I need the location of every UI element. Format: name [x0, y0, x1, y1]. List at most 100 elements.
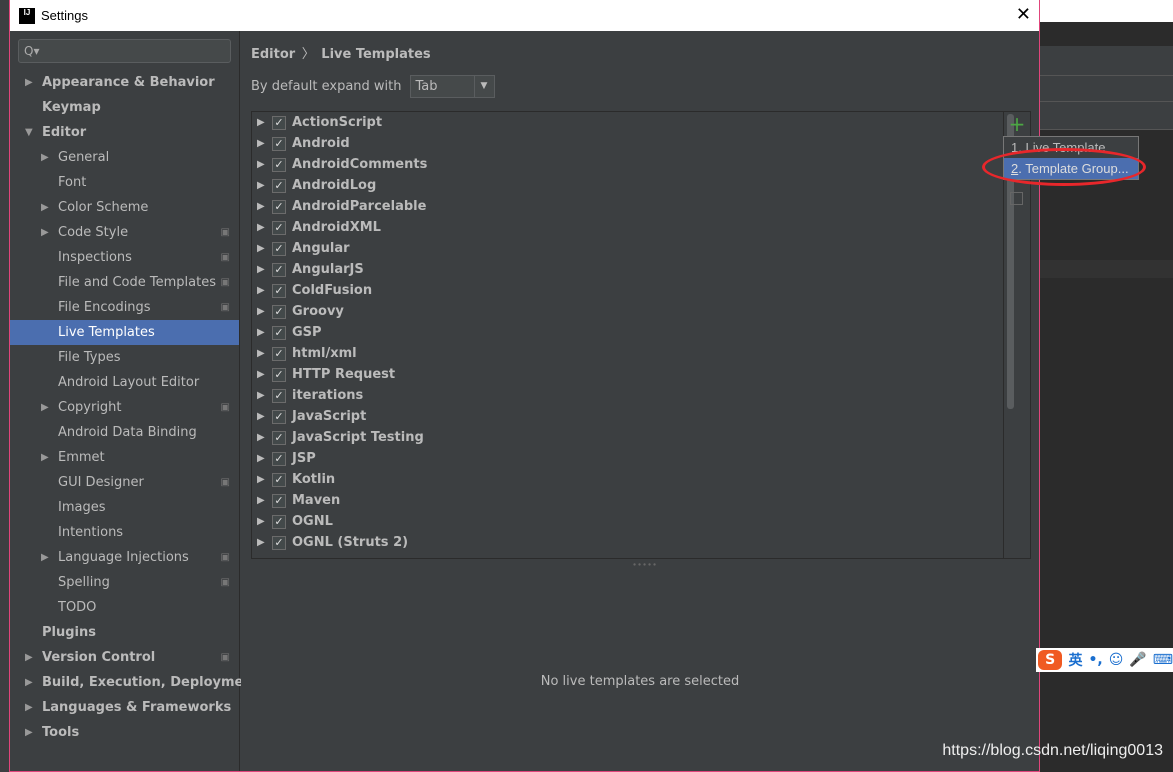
- chevron-right-icon[interactable]: ▶: [25, 695, 33, 720]
- chevron-right-icon[interactable]: ▶: [257, 117, 272, 128]
- checkbox[interactable]: ✓: [272, 136, 286, 151]
- template-group-row[interactable]: ▶ ✓ OGNL: [252, 511, 1030, 532]
- checkbox[interactable]: ✓: [272, 514, 286, 529]
- document-icon[interactable]: [1010, 192, 1023, 205]
- template-group-row[interactable]: ▶ ✓ JavaScript Testing: [252, 427, 1030, 448]
- checkbox[interactable]: ✓: [272, 472, 286, 487]
- sidebar-item-editor[interactable]: ▼ Editor: [10, 120, 239, 145]
- checkbox[interactable]: ✓: [272, 178, 286, 193]
- sidebar-item-file-and-code-templates[interactable]: File and Code Templates ▣: [10, 270, 239, 295]
- sidebar-item-images[interactable]: Images: [10, 495, 239, 520]
- checkbox[interactable]: ✓: [272, 388, 286, 403]
- template-group-row[interactable]: ▶ ✓ iterations: [252, 385, 1030, 406]
- chevron-right-icon[interactable]: ▶: [257, 264, 272, 275]
- menu-item-live-template[interactable]: 1. Live Template: [1004, 137, 1138, 158]
- chevron-right-icon[interactable]: ▶: [257, 432, 272, 443]
- chevron-right-icon[interactable]: ▶: [257, 159, 272, 170]
- sidebar-item-appearance-behavior[interactable]: ▶ Appearance & Behavior: [10, 70, 239, 95]
- template-group-row[interactable]: ▶ ✓ JavaScript: [252, 406, 1030, 427]
- template-group-row[interactable]: ▶ ✓ ColdFusion: [252, 280, 1030, 301]
- sidebar-item-android-layout-editor[interactable]: Android Layout Editor: [10, 370, 239, 395]
- chevron-right-icon[interactable]: ▶: [257, 285, 272, 296]
- sidebar-item-plugins[interactable]: Plugins: [10, 620, 239, 645]
- chevron-right-icon[interactable]: ▶: [25, 720, 33, 745]
- chevron-right-icon[interactable]: ▶: [257, 453, 272, 464]
- chevron-right-icon[interactable]: ▶: [257, 390, 272, 401]
- checkbox[interactable]: ✓: [272, 430, 286, 445]
- chevron-right-icon[interactable]: ▶: [41, 395, 49, 420]
- close-icon[interactable]: ✕: [1016, 4, 1031, 25]
- sidebar-item-font[interactable]: Font: [10, 170, 239, 195]
- checkbox[interactable]: ✓: [272, 346, 286, 361]
- checkbox[interactable]: ✓: [272, 262, 286, 277]
- chevron-right-icon[interactable]: ▶: [257, 180, 272, 191]
- checkbox[interactable]: ✓: [272, 409, 286, 424]
- checkbox[interactable]: ✓: [272, 535, 286, 550]
- chevron-right-icon[interactable]: ▶: [257, 138, 272, 149]
- template-group-row[interactable]: ▶ ✓ Maven: [252, 490, 1030, 511]
- sidebar-item-copyright[interactable]: ▶ Copyright ▣: [10, 395, 239, 420]
- ime-language[interactable]: 英: [1068, 650, 1082, 670]
- template-group-row[interactable]: ▶ ✓ Groovy: [252, 301, 1030, 322]
- checkbox[interactable]: ✓: [272, 493, 286, 508]
- chevron-right-icon[interactable]: ▶: [257, 369, 272, 380]
- sidebar-item-live-templates[interactable]: Live Templates: [10, 320, 239, 345]
- sidebar-item-color-scheme[interactable]: ▶ Color Scheme: [10, 195, 239, 220]
- sidebar-item-build-execution-deployment[interactable]: ▶ Build, Execution, Deployment: [10, 670, 259, 695]
- chevron-right-icon[interactable]: ▶: [41, 220, 49, 245]
- chevron-right-icon[interactable]: ▶: [257, 306, 272, 317]
- template-group-row[interactable]: ▶ ✓ Angular: [252, 238, 1030, 259]
- sidebar-item-inspections[interactable]: Inspections ▣: [10, 245, 239, 270]
- chevron-right-icon[interactable]: ▶: [257, 327, 272, 338]
- template-group-row[interactable]: ▶ ✓ AndroidXML: [252, 217, 1030, 238]
- checkbox[interactable]: ✓: [272, 157, 286, 172]
- template-group-row[interactable]: ▶ ✓ Android: [252, 133, 1030, 154]
- sidebar-item-language-injections[interactable]: ▶ Language Injections ▣: [10, 545, 239, 570]
- sidebar-item-code-style[interactable]: ▶ Code Style ▣: [10, 220, 239, 245]
- checkbox[interactable]: ✓: [272, 283, 286, 298]
- chevron-right-icon[interactable]: ▶: [257, 348, 272, 359]
- template-group-row[interactable]: ▶ ✓ HTTP Request: [252, 364, 1030, 385]
- template-group-row[interactable]: ▶ ✓ ActionScript: [252, 112, 1030, 133]
- checkbox[interactable]: ✓: [272, 325, 286, 340]
- sidebar-item-emmet[interactable]: ▶ Emmet: [10, 445, 239, 470]
- checkbox[interactable]: ✓: [272, 241, 286, 256]
- sidebar-item-tools[interactable]: ▶ Tools: [10, 720, 239, 745]
- checkbox[interactable]: ✓: [272, 115, 286, 130]
- microphone-icon[interactable]: 🎤: [1129, 652, 1146, 668]
- chevron-right-icon[interactable]: ▶: [257, 201, 272, 212]
- chevron-right-icon[interactable]: ▶: [257, 411, 272, 422]
- checkbox[interactable]: ✓: [272, 199, 286, 214]
- menu-item-template-group[interactable]: 2. Template Group...: [1004, 158, 1138, 179]
- chevron-right-icon[interactable]: ▶: [41, 545, 49, 570]
- template-group-row[interactable]: ▶ ✓ GSP: [252, 322, 1030, 343]
- checkbox[interactable]: ✓: [272, 220, 286, 235]
- add-icon[interactable]: +: [1004, 112, 1030, 136]
- sidebar-item-file-encodings[interactable]: File Encodings ▣: [10, 295, 239, 320]
- template-group-row[interactable]: ▶ ✓ AngularJS: [252, 259, 1030, 280]
- chevron-right-icon[interactable]: ▶: [257, 537, 272, 548]
- chevron-right-icon[interactable]: ▶: [41, 445, 49, 470]
- template-group-row[interactable]: ▶ ✓ AndroidParcelable: [252, 196, 1030, 217]
- sidebar-item-spelling[interactable]: Spelling ▣: [10, 570, 239, 595]
- chevron-right-icon[interactable]: ▶: [25, 70, 33, 95]
- chevron-right-icon[interactable]: ▶: [25, 645, 33, 670]
- sidebar-item-version-control[interactable]: ▶ Version Control ▣: [10, 645, 239, 670]
- splitter-handle[interactable]: ∙∙∙∙∙: [632, 560, 657, 569]
- chevron-right-icon[interactable]: ▶: [257, 516, 272, 527]
- sidebar-item-gui-designer[interactable]: GUI Designer ▣: [10, 470, 239, 495]
- sidebar-item-general[interactable]: ▶ General: [10, 145, 239, 170]
- sidebar-item-languages-frameworks[interactable]: ▶ Languages & Frameworks: [10, 695, 239, 720]
- template-group-row[interactable]: ▶ ✓ Kotlin: [252, 469, 1030, 490]
- template-group-row[interactable]: ▶ ✓ JSP: [252, 448, 1030, 469]
- chevron-down-icon[interactable]: ▼: [25, 120, 33, 145]
- search-input[interactable]: Q▾: [18, 39, 231, 63]
- template-group-row[interactable]: ▶ ✓ html/xml: [252, 343, 1030, 364]
- template-group-row[interactable]: ▶ ✓ AndroidLog: [252, 175, 1030, 196]
- template-group-row[interactable]: ▶ ✓ AndroidComments: [252, 154, 1030, 175]
- chevron-right-icon[interactable]: ▶: [41, 145, 49, 170]
- chevron-right-icon[interactable]: ▶: [257, 222, 272, 233]
- chevron-right-icon[interactable]: ▶: [41, 195, 49, 220]
- template-group-row[interactable]: ▶ ✓ OGNL (Struts 2): [252, 532, 1030, 553]
- chevron-right-icon[interactable]: ▶: [257, 495, 272, 506]
